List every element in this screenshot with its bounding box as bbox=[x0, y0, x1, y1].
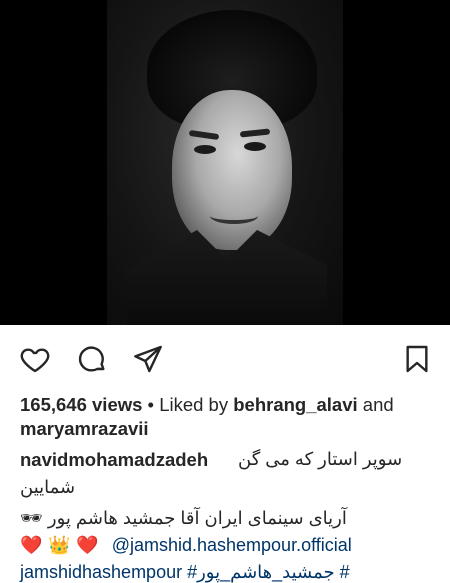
heart-outline-icon bbox=[20, 348, 50, 373]
caption-line-3-container: 🕶 آریای سینمای ایران آقا جمشید هاشم پور bbox=[20, 508, 347, 529]
caption-line-1: سوپر استار که می گن bbox=[238, 449, 403, 469]
post-photo[interactable] bbox=[0, 0, 450, 325]
portrait-image bbox=[107, 0, 343, 325]
caption-line-2: شمایین bbox=[20, 477, 76, 497]
caption-line-4: ❤️ 👑 ❤️ @jamshid.hashempour.official bbox=[20, 535, 352, 556]
portrait-face bbox=[172, 90, 292, 250]
eye-left bbox=[194, 145, 216, 154]
mouth bbox=[210, 208, 258, 224]
paper-plane-icon bbox=[134, 345, 162, 373]
comment-button[interactable] bbox=[75, 342, 109, 376]
liked-by-user[interactable]: behrang_alavi bbox=[233, 394, 357, 415]
liked-by-and: and bbox=[357, 394, 394, 415]
comment-bubble-icon bbox=[78, 346, 105, 372]
separator: • bbox=[142, 394, 160, 415]
brow-left bbox=[188, 129, 220, 141]
views-and-likes: 165,646 views • Liked by behrang_alavi a… bbox=[20, 393, 440, 441]
share-button[interactable] bbox=[131, 342, 165, 376]
bookmark-icon bbox=[406, 345, 428, 373]
liked-by-second-user[interactable]: maryamrazavii bbox=[20, 418, 149, 439]
caption-line-3: آریای سینمای ایران آقا جمشید هاشم پور bbox=[47, 508, 347, 528]
caption-username[interactable]: navidmohamadzadeh bbox=[20, 449, 208, 470]
brow-right bbox=[239, 128, 271, 138]
post-action-bar bbox=[0, 325, 450, 391]
liked-by-prefix: Liked by bbox=[159, 394, 234, 415]
sunglasses-icon: 🕶 bbox=[20, 508, 43, 529]
views-count[interactable]: 165,646 views bbox=[20, 394, 142, 415]
caption-username-line: navidmohamadzadeh bbox=[20, 449, 208, 471]
eye-right bbox=[244, 142, 266, 151]
caption-hashtags[interactable]: jamshidhashempour #جمشید_هاشم_پور # bbox=[20, 562, 350, 583]
heart-crown-icons: ❤️ 👑 ❤️ bbox=[20, 535, 99, 556]
mention-link[interactable]: @jamshid.hashempour.official bbox=[112, 535, 352, 555]
like-button[interactable] bbox=[18, 342, 52, 376]
save-button[interactable] bbox=[400, 342, 434, 376]
